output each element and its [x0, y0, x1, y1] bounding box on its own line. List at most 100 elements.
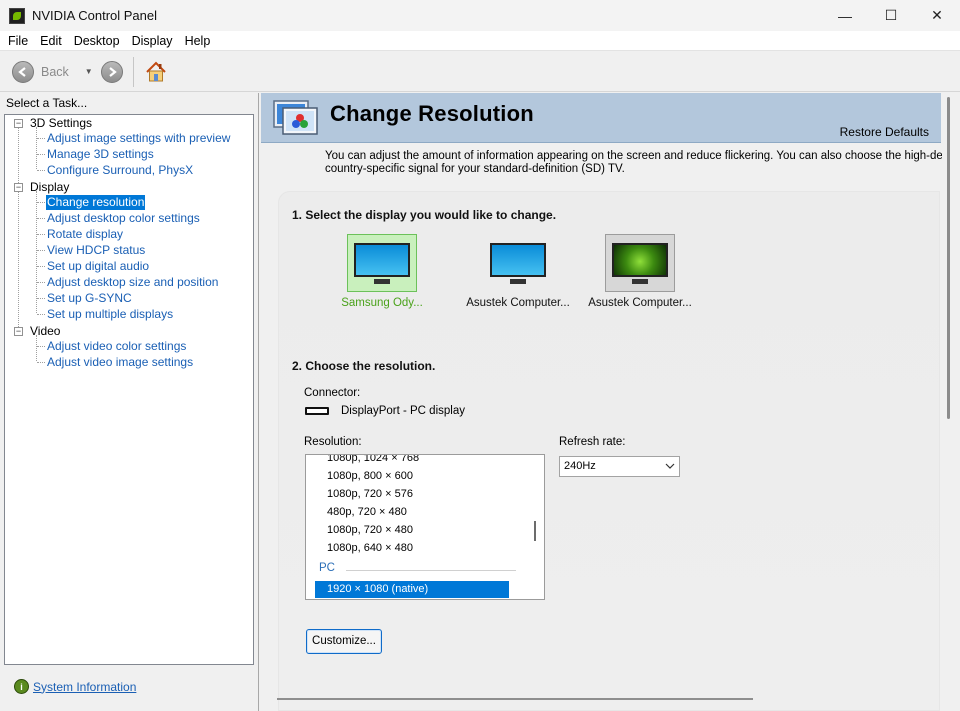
settings-card: 1. Select the display you would like to … [278, 191, 940, 711]
tree-line [37, 346, 45, 347]
task-setup-multiple-displays[interactable]: Set up multiple displays [46, 307, 174, 322]
menu-display[interactable]: Display [126, 34, 179, 48]
forward-arrow-icon [109, 66, 117, 77]
page-header: Change Resolution Restore Defaults [261, 93, 941, 143]
resolution-option[interactable]: 1080p, 720 × 576 [327, 485, 413, 503]
display-label: Samsung Ody... [341, 297, 423, 309]
connector-label: Connector: [304, 387, 361, 399]
back-label: Back [41, 64, 69, 79]
page-description: You can adjust the amount of information… [325, 150, 945, 180]
group-divider [346, 570, 516, 571]
collapse-3d-settings-icon[interactable]: − [14, 119, 23, 128]
monitor-icon [352, 241, 412, 285]
display-frame [483, 234, 553, 292]
display-option[interactable]: Asustek Computer... [580, 234, 700, 309]
close-button[interactable]: ✕ [914, 0, 960, 31]
window-title: NVIDIA Control Panel [32, 8, 158, 23]
refresh-rate-select[interactable]: 240Hz [559, 456, 680, 477]
tree-line [37, 282, 45, 283]
task-adjust-desktop-color[interactable]: Adjust desktop color settings [46, 211, 201, 226]
forward-button[interactable] [100, 60, 123, 83]
home-button[interactable] [144, 60, 168, 84]
back-button[interactable]: Back [12, 60, 69, 83]
minimize-button[interactable]: — [822, 0, 868, 31]
tree-line [36, 127, 37, 169]
task-configure-surround[interactable]: Configure Surround, PhysX [46, 163, 194, 178]
menu-help[interactable]: Help [179, 34, 217, 48]
task-adjust-image-settings[interactable]: Adjust image settings with preview [46, 131, 231, 146]
task-manage-3d-settings[interactable]: Manage 3D settings [46, 147, 155, 162]
resolution-option[interactable]: 1080p, 800 × 600 [327, 467, 413, 485]
section-select-display-title: 1. Select the display you would like to … [292, 208, 557, 222]
vertical-scrollbar[interactable] [942, 93, 960, 711]
tree-line [36, 335, 37, 361]
window-controls: — ☐ ✕ [822, 0, 960, 31]
tree-line [37, 298, 45, 299]
display-label: Asustek Computer... [466, 297, 570, 309]
resolution-list-scrollbar[interactable] [534, 521, 536, 541]
task-view-hdcp-status[interactable]: View HDCP status [46, 243, 146, 258]
maximize-button[interactable]: ☐ [868, 0, 914, 31]
task-change-resolution[interactable]: Change resolution [46, 195, 146, 210]
category-3d-settings[interactable]: 3D Settings [30, 116, 92, 130]
tree-line [37, 362, 45, 363]
refresh-rate-label: Refresh rate: [559, 436, 626, 448]
select-task-label: Select a Task... [6, 96, 88, 110]
tree-line [37, 170, 45, 171]
tree-line [37, 218, 45, 219]
monitor-icon [488, 241, 548, 285]
display-frame [347, 234, 417, 292]
description-line-2: country-specific signal for your standar… [325, 163, 625, 175]
title-bar: NVIDIA Control Panel — ☐ ✕ [0, 0, 960, 31]
nvidia-monitor-icon [610, 241, 670, 285]
category-display[interactable]: Display [30, 180, 69, 194]
back-history-dropdown-icon[interactable]: ▼ [85, 67, 93, 76]
resolution-group-pc: PC [319, 562, 335, 574]
task-adjust-video-color[interactable]: Adjust video color settings [46, 339, 187, 354]
resolution-option[interactable]: 1080p, 1024 × 768 [327, 455, 419, 467]
category-video[interactable]: Video [30, 324, 60, 338]
menu-desktop[interactable]: Desktop [68, 34, 126, 48]
chevron-down-icon [665, 457, 675, 483]
resolution-option-selected[interactable]: 1920 × 1080 (native) [315, 581, 509, 598]
restore-defaults-link[interactable]: Restore Defaults [840, 125, 929, 139]
resolution-label: Resolution: [304, 436, 362, 448]
home-icon [146, 61, 166, 81]
menu-file[interactable]: File [2, 34, 34, 48]
content-panel: Change Resolution Restore Defaults You c… [258, 93, 960, 711]
displayport-icon [305, 407, 329, 415]
nvidia-app-icon [9, 7, 25, 24]
collapse-video-icon[interactable]: − [14, 327, 23, 336]
task-setup-gsync[interactable]: Set up G-SYNC [46, 291, 133, 306]
vertical-scrollbar-thumb[interactable] [947, 97, 950, 419]
collapse-display-icon[interactable]: − [14, 183, 23, 192]
system-information-link[interactable]: System Information [33, 680, 136, 694]
tree-line [37, 314, 45, 315]
back-arrow-icon [12, 60, 34, 83]
resolution-option[interactable]: 480p, 720 × 480 [327, 503, 407, 521]
section-choose-resolution-title: 2. Choose the resolution. [292, 359, 436, 373]
display-option[interactable]: Asustek Computer... [458, 234, 578, 309]
tree-line [18, 127, 19, 329]
tree-line [37, 250, 45, 251]
display-option[interactable]: Samsung Ody... [322, 234, 442, 309]
tree-line [36, 191, 37, 313]
task-setup-digital-audio[interactable]: Set up digital audio [46, 259, 150, 274]
task-panel: Select a Task... − 3D Settings Adjust im… [0, 93, 258, 711]
task-adjust-desktop-size[interactable]: Adjust desktop size and position [46, 275, 219, 290]
resolution-list[interactable]: 1080p, 1024 × 768 1080p, 800 × 600 1080p… [305, 454, 545, 600]
resolution-option[interactable]: 1080p, 720 × 480 [327, 521, 413, 539]
horizontal-scrollbar[interactable] [277, 698, 753, 700]
task-adjust-video-image[interactable]: Adjust video image settings [46, 355, 194, 370]
tree-line [37, 266, 45, 267]
task-rotate-display[interactable]: Rotate display [46, 227, 124, 242]
system-information-link-row[interactable]: i System Information [14, 679, 136, 694]
display-label: Asustek Computer... [588, 297, 692, 309]
tree-line [37, 234, 45, 235]
menu-edit[interactable]: Edit [34, 34, 68, 48]
resolution-option[interactable]: 1080p, 640 × 480 [327, 539, 413, 557]
menu-bar: File Edit Desktop Display Help [0, 31, 960, 51]
customize-button[interactable]: Customize... [306, 629, 382, 654]
page-title: Change Resolution [330, 101, 534, 126]
toolbar: Back ▼ [0, 52, 960, 92]
